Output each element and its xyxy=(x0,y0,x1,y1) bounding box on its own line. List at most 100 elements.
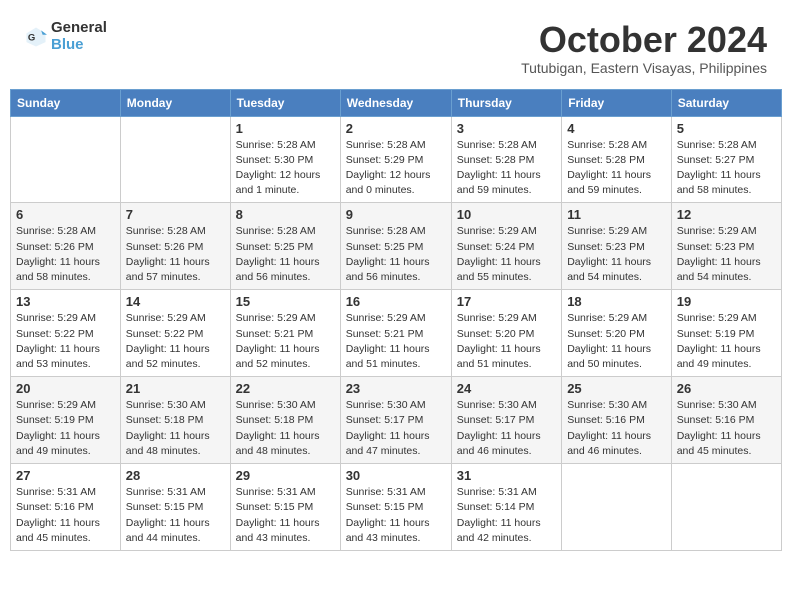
cell-info: Sunrise: 5:29 AMSunset: 5:21 PMDaylight:… xyxy=(236,312,320,370)
calendar-cell: 8 Sunrise: 5:28 AMSunset: 5:25 PMDaylight… xyxy=(230,203,340,290)
cell-info: Sunrise: 5:31 AMSunset: 5:15 PMDaylight:… xyxy=(236,486,320,544)
cell-info: Sunrise: 5:29 AMSunset: 5:23 PMDaylight:… xyxy=(567,225,651,283)
weekday-header: Thursday xyxy=(451,89,561,116)
calendar-cell: 31Sunrise: 5:31 AMSunset: 5:14 PMDayligh… xyxy=(451,464,561,551)
calendar-cell: 7 Sunrise: 5:28 AMSunset: 5:26 PMDaylight… xyxy=(120,203,230,290)
calendar-cell: 18 Sunrise: 5:29 AMSunset: 5:20 PMDayligh… xyxy=(562,290,672,377)
calendar-cell: 24 Sunrise: 5:30 AMSunset: 5:17 PMDayligh… xyxy=(451,377,561,464)
day-number: 22 xyxy=(236,381,335,396)
calendar-cell: 23 Sunrise: 5:30 AMSunset: 5:17 PMDayligh… xyxy=(340,377,451,464)
cell-info: Sunrise: 5:29 AMSunset: 5:22 PMDaylight:… xyxy=(16,312,100,370)
day-number: 24 xyxy=(457,381,556,396)
day-number: 5 xyxy=(677,121,776,136)
cell-info: Sunrise: 5:30 AMSunset: 5:18 PMDaylight:… xyxy=(236,399,320,457)
cell-info: Sunrise: 5:28 AMSunset: 5:28 PMDaylight:… xyxy=(567,139,651,197)
logo-line1: General xyxy=(51,20,107,37)
calendar-cell: 5 Sunrise: 5:28 AMSunset: 5:27 PMDaylight… xyxy=(671,116,781,203)
day-number: 8 xyxy=(236,207,335,222)
calendar-cell: 19 Sunrise: 5:29 AMSunset: 5:19 PMDayligh… xyxy=(671,290,781,377)
cell-info: Sunrise: 5:29 AMSunset: 5:20 PMDaylight:… xyxy=(457,312,541,370)
cell-info: Sunrise: 5:28 AMSunset: 5:25 PMDaylight:… xyxy=(346,225,430,283)
day-number: 3 xyxy=(457,121,556,136)
calendar-cell: 21 Sunrise: 5:30 AMSunset: 5:18 PMDayligh… xyxy=(120,377,230,464)
cell-info: Sunrise: 5:29 AMSunset: 5:21 PMDaylight:… xyxy=(346,312,430,370)
cell-info: Sunrise: 5:28 AMSunset: 5:25 PMDaylight:… xyxy=(236,225,320,283)
calendar-cell: 11 Sunrise: 5:29 AMSunset: 5:23 PMDayligh… xyxy=(562,203,672,290)
calendar-cell: 13Sunrise: 5:29 AMSunset: 5:22 PMDayligh… xyxy=(11,290,121,377)
calendar-week-row: 1Sunrise: 5:28 AMSunset: 5:30 PMDaylight… xyxy=(11,116,782,203)
day-number: 9 xyxy=(346,207,446,222)
cell-info: Sunrise: 5:28 AMSunset: 5:28 PMDaylight:… xyxy=(457,139,541,197)
day-number: 29 xyxy=(236,468,335,483)
calendar-cell: 30 Sunrise: 5:31 AMSunset: 5:15 PMDayligh… xyxy=(340,464,451,551)
calendar-cell: 4 Sunrise: 5:28 AMSunset: 5:28 PMDaylight… xyxy=(562,116,672,203)
cell-info: Sunrise: 5:28 AMSunset: 5:26 PMDaylight:… xyxy=(126,225,210,283)
logo: G General Blue xyxy=(25,20,107,53)
cell-info: Sunrise: 5:29 AMSunset: 5:23 PMDaylight:… xyxy=(677,225,761,283)
day-number: 4 xyxy=(567,121,666,136)
cell-info: Sunrise: 5:29 AMSunset: 5:22 PMDaylight:… xyxy=(126,312,210,370)
calendar-cell xyxy=(120,116,230,203)
day-number: 16 xyxy=(346,294,446,309)
day-number: 19 xyxy=(677,294,776,309)
day-number: 26 xyxy=(677,381,776,396)
calendar-cell: 28Sunrise: 5:31 AMSunset: 5:15 PMDayligh… xyxy=(120,464,230,551)
weekday-header: Friday xyxy=(562,89,672,116)
calendar-header-row: SundayMondayTuesdayWednesdayThursdayFrid… xyxy=(11,89,782,116)
day-number: 25 xyxy=(567,381,666,396)
day-number: 23 xyxy=(346,381,446,396)
cell-info: Sunrise: 5:31 AMSunset: 5:16 PMDaylight:… xyxy=(16,486,100,544)
calendar-cell: 20 Sunrise: 5:29 AMSunset: 5:19 PMDayligh… xyxy=(11,377,121,464)
calendar-cell: 29 Sunrise: 5:31 AMSunset: 5:15 PMDayligh… xyxy=(230,464,340,551)
day-number: 30 xyxy=(346,468,446,483)
day-number: 2 xyxy=(346,121,446,136)
day-number: 18 xyxy=(567,294,666,309)
calendar-week-row: 13Sunrise: 5:29 AMSunset: 5:22 PMDayligh… xyxy=(11,290,782,377)
weekday-header: Sunday xyxy=(11,89,121,116)
cell-info: Sunrise: 5:28 AMSunset: 5:29 PMDaylight:… xyxy=(346,139,431,197)
calendar-cell: 27 Sunrise: 5:31 AMSunset: 5:16 PMDayligh… xyxy=(11,464,121,551)
logo-text: General Blue xyxy=(51,20,107,53)
calendar-cell: 17Sunrise: 5:29 AMSunset: 5:20 PMDayligh… xyxy=(451,290,561,377)
cell-info: Sunrise: 5:29 AMSunset: 5:19 PMDaylight:… xyxy=(677,312,761,370)
calendar-cell: 9 Sunrise: 5:28 AMSunset: 5:25 PMDaylight… xyxy=(340,203,451,290)
calendar-cell: 25 Sunrise: 5:30 AMSunset: 5:16 PMDayligh… xyxy=(562,377,672,464)
cell-info: Sunrise: 5:30 AMSunset: 5:17 PMDaylight:… xyxy=(346,399,430,457)
day-number: 21 xyxy=(126,381,225,396)
calendar-cell: 2 Sunrise: 5:28 AMSunset: 5:29 PMDaylight… xyxy=(340,116,451,203)
cell-info: Sunrise: 5:31 AMSunset: 5:15 PMDaylight:… xyxy=(346,486,430,544)
weekday-header: Tuesday xyxy=(230,89,340,116)
cell-info: Sunrise: 5:28 AMSunset: 5:30 PMDaylight:… xyxy=(236,139,321,197)
day-number: 14 xyxy=(126,294,225,309)
day-number: 11 xyxy=(567,207,666,222)
cell-info: Sunrise: 5:31 AMSunset: 5:15 PMDaylight:… xyxy=(126,486,210,544)
cell-info: Sunrise: 5:29 AMSunset: 5:20 PMDaylight:… xyxy=(567,312,651,370)
cell-info: Sunrise: 5:31 AMSunset: 5:14 PMDaylight:… xyxy=(457,486,541,544)
day-number: 27 xyxy=(16,468,115,483)
calendar-header: SundayMondayTuesdayWednesdayThursdayFrid… xyxy=(11,89,782,116)
calendar-cell: 3 Sunrise: 5:28 AMSunset: 5:28 PMDaylight… xyxy=(451,116,561,203)
title-block: October 2024 Tutubigan, Eastern Visayas,… xyxy=(521,20,767,76)
weekday-header: Monday xyxy=(120,89,230,116)
day-number: 7 xyxy=(126,207,225,222)
calendar-week-row: 20 Sunrise: 5:29 AMSunset: 5:19 PMDayligh… xyxy=(11,377,782,464)
day-number: 10 xyxy=(457,207,556,222)
calendar-table: SundayMondayTuesdayWednesdayThursdayFrid… xyxy=(10,89,782,551)
day-number: 20 xyxy=(16,381,115,396)
calendar-body: 1Sunrise: 5:28 AMSunset: 5:30 PMDaylight… xyxy=(11,116,782,550)
svg-text:G: G xyxy=(28,32,35,43)
cell-info: Sunrise: 5:28 AMSunset: 5:26 PMDaylight:… xyxy=(16,225,100,283)
calendar-cell: 26Sunrise: 5:30 AMSunset: 5:16 PMDayligh… xyxy=(671,377,781,464)
calendar-cell: 1Sunrise: 5:28 AMSunset: 5:30 PMDaylight… xyxy=(230,116,340,203)
logo-line2: Blue xyxy=(51,37,107,54)
cell-info: Sunrise: 5:29 AMSunset: 5:19 PMDaylight:… xyxy=(16,399,100,457)
cell-info: Sunrise: 5:30 AMSunset: 5:17 PMDaylight:… xyxy=(457,399,541,457)
calendar-week-row: 27 Sunrise: 5:31 AMSunset: 5:16 PMDayligh… xyxy=(11,464,782,551)
cell-info: Sunrise: 5:30 AMSunset: 5:18 PMDaylight:… xyxy=(126,399,210,457)
page-header: G General Blue October 2024 Tutubigan, E… xyxy=(10,10,782,81)
cell-info: Sunrise: 5:28 AMSunset: 5:27 PMDaylight:… xyxy=(677,139,761,197)
day-number: 12 xyxy=(677,207,776,222)
day-number: 6 xyxy=(16,207,115,222)
calendar-cell xyxy=(562,464,672,551)
cell-info: Sunrise: 5:30 AMSunset: 5:16 PMDaylight:… xyxy=(567,399,651,457)
